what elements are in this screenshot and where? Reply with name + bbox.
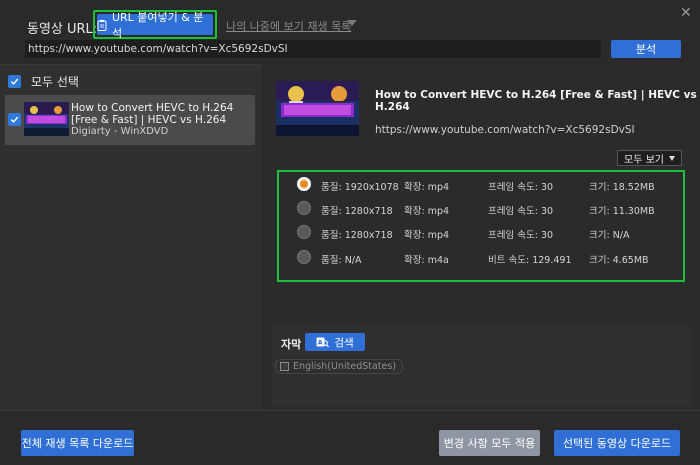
video-checkbox[interactable] — [8, 113, 21, 126]
subtitle-search-label: 검색 — [334, 336, 354, 349]
url-input[interactable] — [25, 40, 601, 58]
format-extension: 확장: mp4 — [404, 182, 450, 193]
format-row[interactable]: 품질: 1280x718 확장: mp4 프레임 속도: 30 크기: N/A — [279, 220, 683, 245]
check-icon — [10, 78, 19, 85]
svg-text:A: A — [318, 338, 323, 346]
chevron-down-icon[interactable] — [347, 20, 357, 26]
subtitle-option-label: English(UnitedStates) — [293, 361, 397, 372]
format-size: 크기: 4.65MB — [589, 255, 649, 266]
paste-analyze-label: URL 붙여넣기 & 분석 — [111, 10, 204, 40]
format-rate: 프레임 속도: 30 — [488, 230, 554, 241]
subtitle-search-icon: A — [316, 337, 330, 347]
format-list: 품질: 1920x1078 확장: mp4 프레임 속도: 30 크기: 18.… — [277, 170, 685, 282]
chevron-down-icon — [668, 155, 675, 161]
apply-all-button[interactable]: 변경 사항 모두 적용 — [439, 430, 540, 456]
format-radio-selected[interactable] — [297, 177, 311, 191]
subtitle-label: 자막 — [281, 338, 302, 351]
analyze-button[interactable]: 분석 — [611, 40, 681, 58]
select-all-label: 모두 선택 — [31, 75, 79, 89]
format-row[interactable]: 품질: N/A 확장: m4a 비트 속도: 129.491 크기: 4.65M… — [279, 245, 683, 270]
url-label: 동영상 URL: — [27, 22, 98, 37]
paste-button-highlight: URL 붙여넣기 & 분석 — [93, 10, 217, 40]
format-quality: 품질: N/A — [321, 255, 362, 266]
download-playlist-button[interactable]: 전체 재생 목록 다운로드 — [21, 430, 134, 456]
video-thumbnail — [24, 102, 69, 136]
detail-panel: How to Convert HEVC to H.264 [Free & Fas… — [262, 64, 700, 410]
video-list-panel: 모두 선택 How to Convert HEVC to H.264 [Free… — [0, 64, 261, 410]
video-title: How to Convert HEVC to H.264 [Free & Fas… — [71, 102, 234, 126]
format-extension: 확장: mp4 — [404, 206, 450, 217]
clipboard-icon — [97, 19, 107, 31]
format-rate: 비트 속도: 129.491 — [488, 255, 572, 266]
top-bar: 동영상 URL: URL 붙여넣기 & 분석 나의 나중에 보기 재생 목록 ✕… — [0, 0, 700, 64]
format-radio[interactable] — [297, 250, 311, 264]
view-all-dropdown[interactable]: 모두 보기 — [617, 150, 682, 166]
subtitle-search-button[interactable]: A 검색 — [305, 333, 365, 351]
list-item[interactable]: How to Convert HEVC to H.264 [Free & Fas… — [5, 95, 255, 145]
video-channel: Digiarty - WinXDVD — [71, 126, 169, 137]
paste-analyze-button[interactable]: URL 붙여넣기 & 분석 — [97, 11, 213, 40]
subtitle-checkbox[interactable] — [280, 362, 289, 371]
format-quality: 품질: 1920x1078 — [321, 182, 399, 193]
view-all-label: 모두 보기 — [624, 154, 664, 166]
footer-bar: 전체 재생 목록 다운로드 변경 사항 모두 적용 선택된 동영상 다운로드 — [0, 410, 700, 465]
format-rate: 프레임 속도: 30 — [488, 206, 554, 217]
format-extension: 확장: mp4 — [404, 230, 450, 241]
subtitle-option[interactable]: English(UnitedStates) — [275, 359, 404, 374]
select-all-checkbox[interactable] — [8, 75, 21, 88]
select-all-row[interactable]: 모두 선택 — [8, 73, 79, 90]
subtitle-panel: 자막 A 검색 English(UnitedStates) — [271, 326, 692, 406]
format-row[interactable]: 품질: 1280x718 확장: mp4 프레임 속도: 30 크기: 11.3… — [279, 196, 683, 221]
format-size: 크기: 18.52MB — [589, 182, 655, 193]
format-radio[interactable] — [297, 225, 311, 239]
download-selected-button[interactable]: 선택된 동영상 다운로드 — [554, 430, 680, 456]
format-quality: 품질: 1280x718 — [321, 206, 393, 217]
format-extension: 확장: m4a — [404, 255, 449, 266]
watch-later-link[interactable]: 나의 나중에 보기 재생 목록 — [226, 18, 351, 34]
format-radio[interactable] — [297, 201, 311, 215]
detail-title: How to Convert HEVC to H.264 [Free & Fas… — [375, 89, 697, 113]
detail-url: https://www.youtube.com/watch?v=Xc5692sD… — [375, 124, 635, 136]
format-rate: 프레임 속도: 30 — [488, 182, 554, 193]
format-row[interactable]: 품질: 1920x1078 확장: mp4 프레임 속도: 30 크기: 18.… — [279, 172, 683, 197]
detail-thumbnail — [276, 81, 359, 136]
close-icon[interactable]: ✕ — [680, 5, 692, 21]
format-size: 크기: N/A — [589, 230, 630, 241]
format-quality: 품질: 1280x718 — [321, 230, 393, 241]
check-icon — [10, 116, 19, 123]
format-size: 크기: 11.30MB — [589, 206, 655, 217]
